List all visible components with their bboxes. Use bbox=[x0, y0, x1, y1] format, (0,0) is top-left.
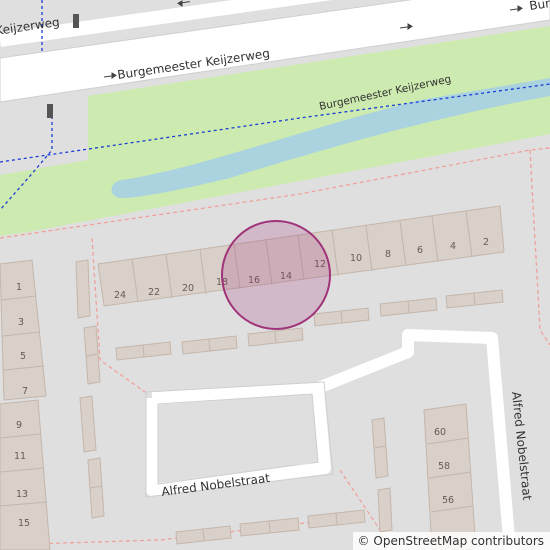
house-number: 2 bbox=[483, 237, 489, 248]
house-number: 56 bbox=[442, 495, 454, 506]
house-number: 20 bbox=[182, 283, 194, 294]
house-number: 60 bbox=[434, 427, 446, 438]
house-number: 4 bbox=[450, 241, 456, 252]
house-number: 22 bbox=[148, 287, 160, 298]
location-marker-circle[interactable] bbox=[221, 220, 331, 330]
house-number: 11 bbox=[14, 451, 26, 462]
traffic-signal-2 bbox=[73, 14, 79, 28]
house-number: 9 bbox=[16, 420, 22, 431]
copyright-symbol: © bbox=[357, 534, 370, 548]
house-number: 15 bbox=[18, 518, 30, 529]
traffic-signal bbox=[47, 104, 53, 118]
house-number: 3 bbox=[18, 317, 24, 328]
map-canvas[interactable]: 24 22 20 18 16 14 12 10 8 6 4 2 1 3 5 7 … bbox=[0, 0, 550, 550]
house-number: 7 bbox=[22, 386, 28, 397]
house-number: 6 bbox=[417, 245, 423, 256]
house-number: 1 bbox=[16, 282, 22, 293]
house-number: 5 bbox=[20, 351, 26, 362]
house-number: 13 bbox=[16, 489, 28, 500]
house-number: 24 bbox=[114, 290, 126, 301]
house-number: 58 bbox=[438, 461, 450, 472]
map-attribution: © OpenStreetMap contributors bbox=[352, 532, 550, 550]
house-number: 8 bbox=[385, 249, 391, 260]
inner-block bbox=[158, 396, 312, 472]
osm-attribution-link[interactable]: OpenStreetMap contributors bbox=[373, 534, 544, 548]
house-number: 10 bbox=[350, 253, 362, 264]
